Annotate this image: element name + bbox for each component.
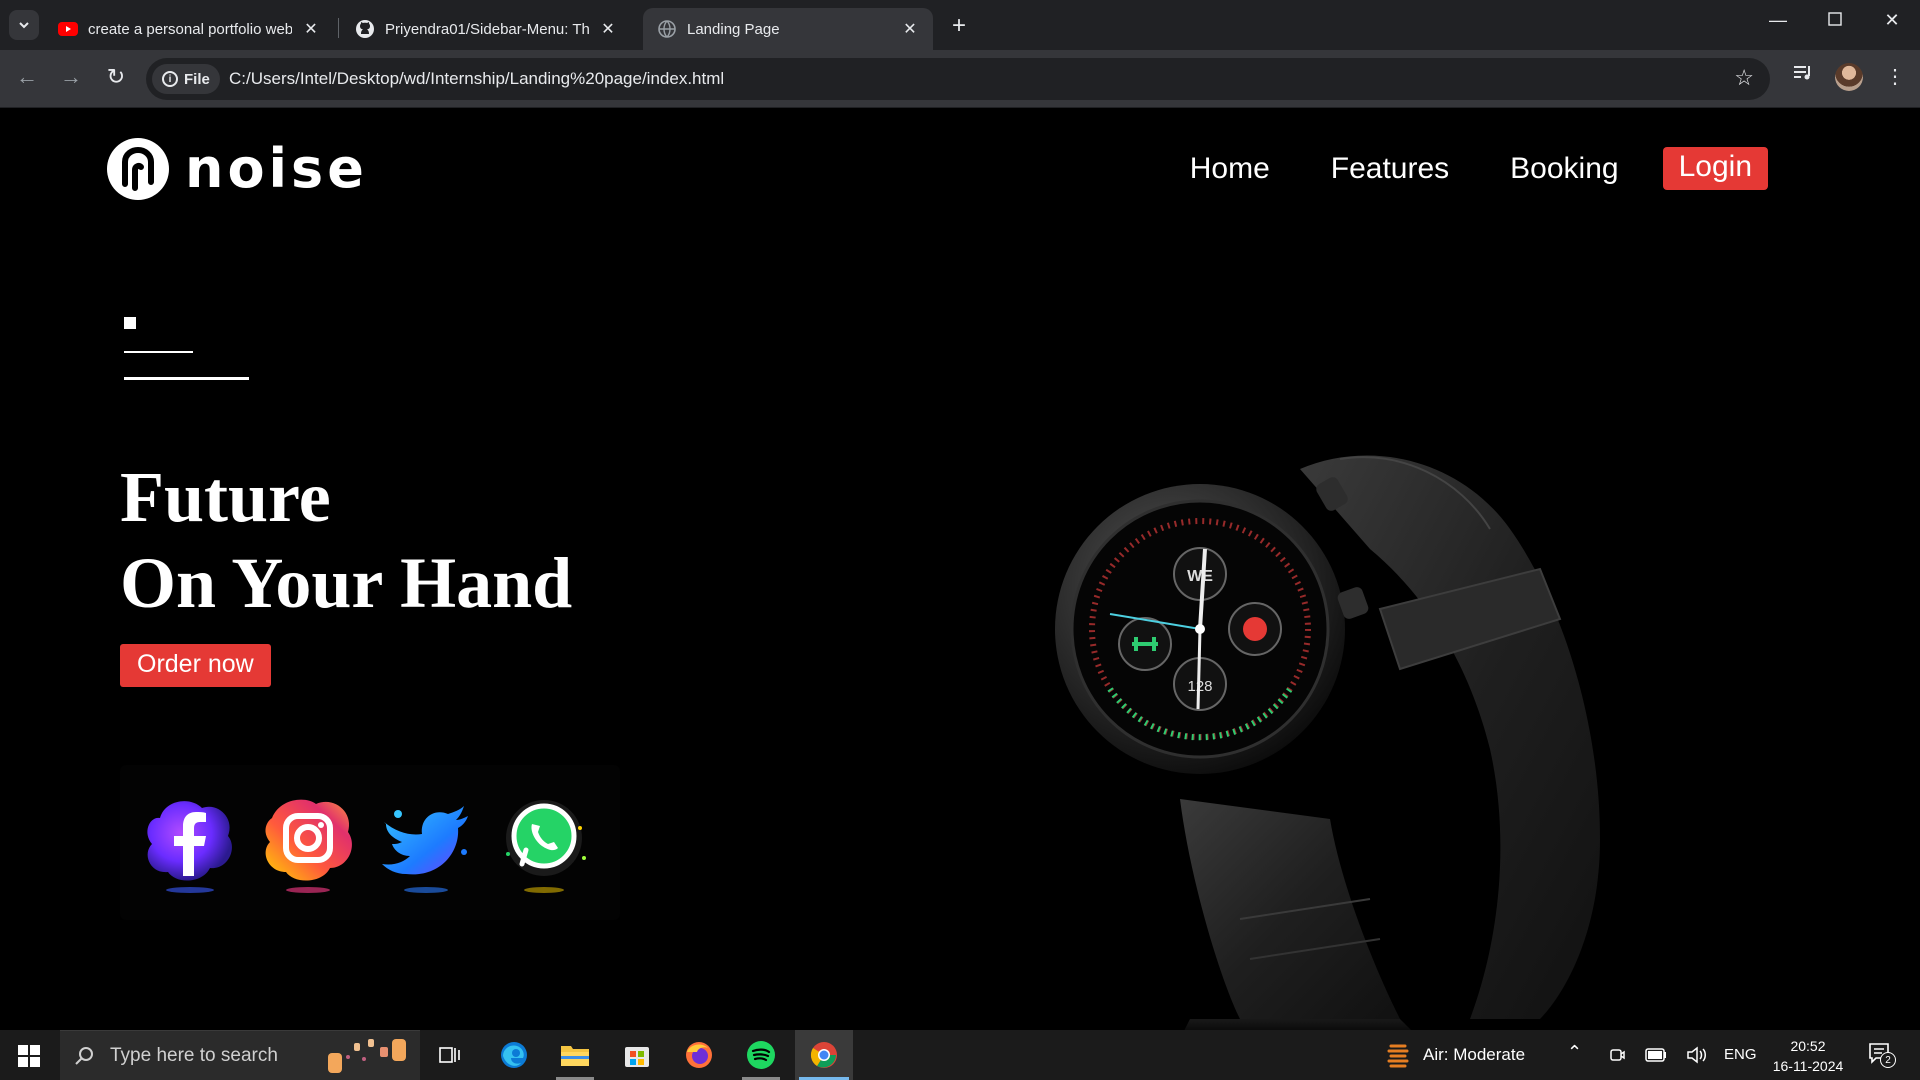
noise-logo[interactable]: noise [105,136,368,202]
file-explorer-icon[interactable] [546,1030,604,1080]
svg-text:WE: WE [1187,568,1213,585]
info-icon: i [162,71,178,87]
search-placeholder: Type here to search [110,1044,278,1066]
nav-features[interactable]: Features [1331,152,1449,186]
microsoft-store-icon[interactable] [608,1030,666,1080]
search-icon [75,1046,93,1065]
system-clock[interactable]: 20:52 16-11-2024 [1765,1036,1851,1076]
taskbar-search-box[interactable]: Type here to search [60,1030,420,1080]
clock-date: 16-11-2024 [1772,1058,1844,1074]
close-icon[interactable]: ✕ [302,19,320,39]
decorative-line [124,377,249,380]
media-control-icon[interactable] [1788,64,1818,88]
notification-center-icon[interactable]: 2 [1868,1042,1896,1068]
decorative-line [124,351,193,353]
noise-logo-mark-icon [107,138,169,200]
logo-text: noise [185,137,368,200]
github-icon [355,19,375,39]
lanterns-icon [328,1039,406,1073]
maximize-icon[interactable] [1820,10,1850,31]
tab-title: create a personal portfolio website [88,20,292,38]
close-window-icon[interactable]: ✕ [1877,10,1907,31]
close-icon[interactable]: ✕ [901,19,919,39]
browser-tab-strip: create a personal portfolio website ✕ Pr… [0,0,1920,50]
windows-taskbar: Type here to search Air: Moderate ⌃ ENG [0,1030,1920,1080]
meet-now-icon[interactable] [1608,1046,1626,1064]
spotify-icon[interactable] [732,1030,790,1080]
windows-start-icon[interactable] [18,1045,40,1067]
twitter-icon[interactable] [376,788,476,898]
chip-label: File [184,70,210,88]
tab-title: Landing Page [687,20,780,38]
new-tab-button[interactable]: + [945,12,973,40]
tab-youtube[interactable]: create a personal portfolio website ✕ [44,8,334,50]
chevron-down-icon [19,22,29,29]
clock-time: 20:52 [1790,1038,1826,1054]
minimize-icon[interactable]: — [1763,10,1793,31]
weather-status[interactable]: Air: Moderate [1423,1045,1525,1065]
tab-separator [338,18,339,38]
forward-icon[interactable]: → [56,64,86,90]
nav-booking[interactable]: Booking [1510,152,1618,186]
social-links [120,765,620,920]
task-view-icon[interactable] [421,1030,479,1080]
browser-toolbar: ← → ↻ i File C:/Users/Intel/Desktop/wd/I… [0,50,1920,108]
edge-browser-icon[interactable] [485,1030,543,1080]
menu-dots-icon[interactable]: ⋮ [1880,64,1910,89]
hero-line-2: On Your Hand [120,543,573,623]
facebook-icon[interactable] [140,788,240,898]
hero-line-1: Future [120,457,331,537]
url-text[interactable]: C:/Users/Intel/Desktop/wd/Internship/Lan… [229,69,724,89]
site-info-chip[interactable]: i File [152,64,220,94]
decorative-square [124,317,136,329]
chrome-icon[interactable] [795,1030,853,1080]
whatsapp-icon[interactable] [494,788,594,898]
smartwatch-image: WE 128 [1055,455,1600,1030]
profile-avatar[interactable] [1835,63,1863,91]
tab-title: Priyendra01/Sidebar-Menu: This [385,20,589,38]
nav-home[interactable]: Home [1190,152,1270,186]
bookmark-star-icon[interactable]: ☆ [1734,65,1754,91]
landing-page: noise Home Features Booking Login Future… [0,109,1920,1030]
instagram-icon[interactable] [258,788,358,898]
order-now-button[interactable]: Order now [120,644,271,687]
hero-headline: Future On Your Hand [120,454,572,626]
globe-icon [657,19,677,39]
login-button[interactable]: Login [1662,147,1768,190]
tab-github[interactable]: Priyendra01/Sidebar-Menu: This ✕ [341,8,631,50]
address-bar[interactable]: i File C:/Users/Intel/Desktop/wd/Interns… [146,58,1770,100]
battery-icon[interactable] [1645,1048,1667,1062]
chevron-up-icon[interactable]: ⌃ [1567,1042,1582,1063]
reload-icon[interactable]: ↻ [101,64,131,90]
tab-landing-page[interactable]: Landing Page ✕ [643,8,933,50]
youtube-icon [58,19,78,39]
close-icon[interactable]: ✕ [599,19,617,39]
firefox-icon[interactable] [670,1030,728,1080]
notification-count-badge: 2 [1880,1052,1896,1068]
back-icon[interactable]: ← [12,64,42,90]
main-nav: Home Features Booking Login [1129,147,1768,190]
volume-icon[interactable] [1686,1045,1708,1065]
air-quality-icon[interactable] [1385,1042,1413,1070]
language-indicator[interactable]: ENG [1724,1046,1757,1063]
tab-search-button[interactable] [9,10,39,40]
